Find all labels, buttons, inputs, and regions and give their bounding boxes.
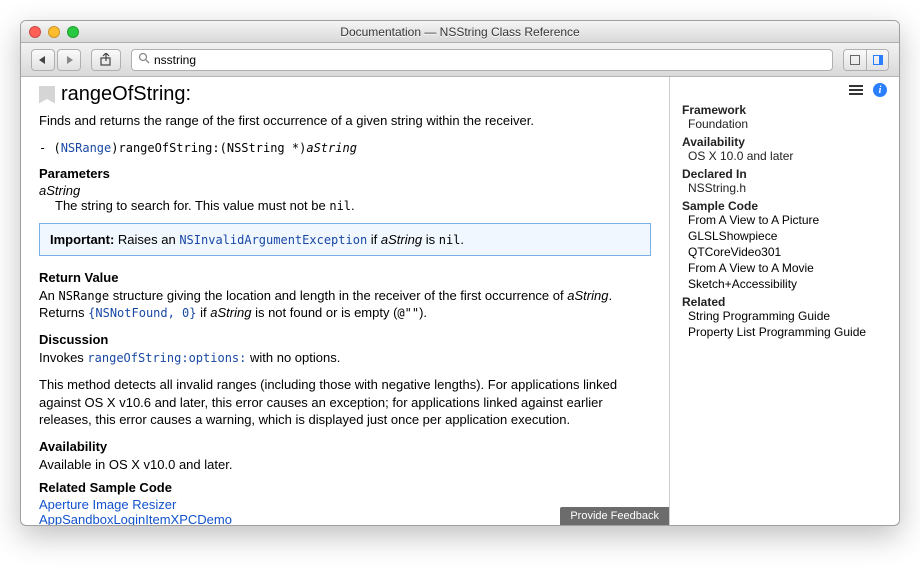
method-name: rangeOfString: (61, 83, 191, 106)
provide-feedback-button[interactable]: Provide Feedback (560, 507, 669, 525)
documentation-window: Documentation — NSString Class Reference (20, 20, 900, 526)
sample-code-heading: Sample Code (682, 199, 891, 213)
discussion-p1: Invokes rangeOfString:options: with no o… (39, 349, 651, 367)
availability-value: OS X 10.0 and later (682, 149, 891, 163)
sample-link[interactable]: Aperture Image Resizer (39, 497, 176, 512)
availability-text: Available in OS X v10.0 and later. (39, 456, 651, 474)
toolbar (21, 43, 899, 77)
toc-icon[interactable] (849, 85, 863, 95)
related-heading: Related (682, 295, 891, 309)
sample-link[interactable]: AppSandboxLoginItemXPCDemo (39, 512, 232, 525)
method-heading: rangeOfString: (39, 83, 651, 106)
triangle-left-icon (38, 55, 48, 65)
titlebar: Documentation — NSString Class Reference (21, 21, 899, 43)
bookmark-icon[interactable] (39, 86, 55, 104)
return-value-heading: Return Value (39, 270, 651, 285)
square-icon (873, 55, 883, 65)
discussion-p2: This method detects all invalid ranges (… (39, 376, 651, 429)
important-note: Important: Raises an NSInvalidArgumentEx… (39, 223, 651, 256)
view-mode-toggle (843, 49, 889, 71)
declared-in-heading: Declared In (682, 167, 891, 181)
sidebar-sample-link[interactable]: From A View to A Picture (682, 213, 891, 227)
return-value-text: An NSRange structure giving the location… (39, 287, 651, 322)
view-mode-sidebar[interactable] (866, 50, 888, 70)
info-icon[interactable]: i (873, 83, 887, 97)
search-field[interactable] (131, 49, 833, 71)
sidebar-sample-link[interactable]: GLSLShowpiece (682, 229, 891, 243)
square-icon (850, 55, 860, 65)
sidebar-related-link[interactable]: String Programming Guide (682, 309, 891, 323)
search-input[interactable] (154, 53, 826, 67)
sidebar-related-link[interactable]: Property List Programming Guide (682, 325, 891, 339)
parameter-description: The string to search for. This value mus… (39, 198, 651, 213)
method-link[interactable]: rangeOfString:options: (87, 351, 246, 365)
exception-link[interactable]: NSInvalidArgumentException (179, 233, 367, 247)
availability-heading: Availability (682, 135, 891, 149)
triangle-right-icon (64, 55, 74, 65)
window-title: Documentation — NSString Class Reference (21, 25, 899, 39)
view-mode-content[interactable] (844, 50, 866, 70)
related-sample-heading: Related Sample Code (39, 480, 651, 495)
search-icon (138, 52, 150, 67)
summary-text: Finds and returns the range of the first… (39, 112, 651, 130)
framework-value: Foundation (682, 117, 891, 131)
sidebar-metadata: Framework Foundation Availability OS X 1… (682, 103, 891, 339)
framework-heading: Framework (682, 103, 891, 117)
discussion-heading: Discussion (39, 332, 651, 347)
nav-arrows (31, 49, 81, 71)
sidebar-sample-link[interactable]: Sketch+Accessibility (682, 277, 891, 291)
sidebar-sample-link[interactable]: From A View to A Movie (682, 261, 891, 275)
sidebar-sample-link[interactable]: QTCoreVideo301 (682, 245, 891, 259)
sidebar-toolbar: i (682, 83, 891, 97)
content-area: rangeOfString: Finds and returns the ran… (21, 77, 899, 525)
share-icon (99, 53, 113, 67)
parameter-name: aString (39, 183, 651, 198)
declared-in-value: NSString.h (682, 181, 891, 195)
forward-button[interactable] (57, 49, 81, 71)
sidebar: i Framework Foundation Availability OS X… (669, 77, 899, 525)
back-button[interactable] (31, 49, 55, 71)
share-button[interactable] (91, 49, 121, 71)
method-signature: - (NSRange)rangeOfString:(NSString *)aSt… (39, 140, 651, 156)
availability-heading: Availability (39, 439, 651, 454)
main-content: rangeOfString: Finds and returns the ran… (21, 77, 669, 525)
parameters-heading: Parameters (39, 166, 651, 181)
